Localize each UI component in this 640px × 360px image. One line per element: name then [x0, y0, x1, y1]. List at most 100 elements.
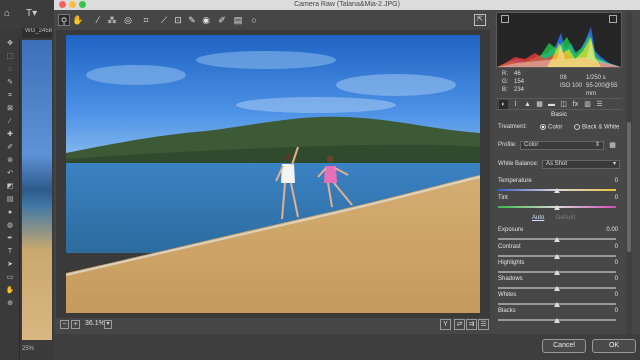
- quick-select-tool-icon[interactable]: ✎: [4, 78, 16, 88]
- before-after-toggle[interactable]: Y: [440, 319, 451, 330]
- gradient-tool-icon[interactable]: ▤: [4, 195, 16, 205]
- fullscreen-toggle-icon[interactable]: ⇱: [474, 14, 486, 26]
- detail-tab-icon[interactable]: ▲: [523, 100, 532, 109]
- slider-thumb-contrast[interactable]: [554, 254, 560, 259]
- transform-icon[interactable]: ⊡: [172, 14, 184, 26]
- slider-value-contrast[interactable]: 0: [598, 244, 618, 252]
- dialog-title: Camera Raw (Talana&Mia-2.JPG): [294, 1, 400, 8]
- preview-settings-icon[interactable]: ☰: [478, 319, 489, 330]
- type-tool-icon[interactable]: T▾: [26, 8, 46, 20]
- slider-value-highlights[interactable]: 0: [598, 260, 618, 268]
- hand-tool-icon[interactable]: ✋: [4, 286, 16, 296]
- zoom-in-icon[interactable]: +: [71, 320, 80, 329]
- swap-view-icon[interactable]: ⇄: [454, 319, 465, 330]
- slider-value-shadows[interactable]: 0: [598, 276, 618, 284]
- document-tab[interactable]: WG_2458.jP: [22, 28, 52, 38]
- auto-link[interactable]: Auto: [532, 215, 544, 221]
- profile-select[interactable]: Color ⇕: [520, 141, 604, 150]
- dialog-footer: Cancel OK: [54, 334, 640, 360]
- slider-value-exposure[interactable]: 0.00: [598, 227, 618, 235]
- tool-strip: ⚲ ✋ ⁄ ⁂ ◎ ⌗ ⟋ ⊡ ✎ ◉ ✐ ▤ ○: [54, 12, 494, 28]
- slider-value-whites[interactable]: 0: [598, 292, 618, 300]
- path-select-icon[interactable]: ➤: [4, 260, 16, 270]
- home-icon[interactable]: ⌂: [4, 8, 18, 20]
- crop-icon[interactable]: ⌗: [140, 14, 152, 26]
- presets-tab-icon[interactable]: ☰: [595, 100, 604, 109]
- treatment-color-radio[interactable]: Color: [540, 124, 562, 131]
- hand-icon[interactable]: ✋: [72, 14, 84, 26]
- slider-thumb-whites[interactable]: [554, 302, 560, 307]
- slider-label-tint: Tint: [498, 195, 508, 201]
- hsl-tab-icon[interactable]: ▦: [535, 100, 544, 109]
- frame-tool-icon[interactable]: ⊠: [4, 104, 16, 114]
- basic-tab-icon[interactable]: ◐: [499, 100, 508, 109]
- graduated-filter-icon[interactable]: ▤: [232, 14, 244, 26]
- clone-tool-icon[interactable]: ⊛: [4, 156, 16, 166]
- history-brush-icon[interactable]: ↶: [4, 169, 16, 179]
- slider-value-temperature[interactable]: 0: [598, 178, 618, 186]
- shadow-clipping-warning-icon[interactable]: [501, 15, 509, 23]
- lens: 55-200@55 mm: [586, 83, 618, 97]
- cancel-button[interactable]: Cancel: [542, 339, 586, 353]
- slider-thumb-shadows[interactable]: [554, 286, 560, 291]
- slider-thumb-temperature[interactable]: [554, 188, 560, 193]
- slider-label-blacks: Blacks: [498, 308, 516, 314]
- panel-scrollbar[interactable]: [626, 12, 632, 334]
- brush-tool-icon[interactable]: ✐: [4, 143, 16, 153]
- slider-label-contrast: Contrast: [498, 244, 521, 250]
- iso: ISO 100: [560, 83, 583, 89]
- highlight-clipping-warning-icon[interactable]: [609, 15, 617, 23]
- lens-corrections-tab-icon[interactable]: ◫: [559, 100, 568, 109]
- slider-value-tint[interactable]: 0: [598, 195, 618, 203]
- slider-label-temperature: Temperature: [498, 178, 532, 184]
- white-balance-select[interactable]: As Shot ▾: [542, 160, 620, 169]
- ok-button[interactable]: OK: [592, 339, 636, 353]
- zoom-icon[interactable]: ⚲: [58, 14, 70, 26]
- tone-curve-tab-icon[interactable]: ⌇: [511, 100, 520, 109]
- slider-thumb-blacks[interactable]: [554, 318, 560, 323]
- slider-thumb-highlights[interactable]: [554, 270, 560, 275]
- adjustment-brush-icon[interactable]: ✐: [216, 14, 228, 26]
- calibration-tab-icon[interactable]: ▥: [583, 100, 592, 109]
- red-eye-icon[interactable]: ◉: [200, 14, 212, 26]
- zoom-out-icon[interactable]: −: [60, 320, 69, 329]
- eyedropper-tool-icon[interactable]: ⁄: [4, 117, 16, 127]
- treatment-bw-radio[interactable]: Black & White: [574, 124, 619, 131]
- blur-tool-icon[interactable]: ●: [4, 208, 16, 218]
- color-sampler-icon[interactable]: ⁂: [106, 14, 118, 26]
- spot-removal-icon[interactable]: ✎: [186, 14, 198, 26]
- pen-tool-icon[interactable]: ✒: [4, 234, 16, 244]
- adjustments-panel: R: 46 G: 154 B: 234 f/8 1/250 s ISO 100 …: [494, 12, 640, 334]
- straighten-icon[interactable]: ⟋: [158, 14, 170, 26]
- marquee-tool-icon[interactable]: ⬚: [4, 52, 16, 62]
- target-adjust-icon[interactable]: ◎: [122, 14, 134, 26]
- type-tool-icon[interactable]: T: [4, 247, 16, 257]
- section-title: Basic: [551, 111, 567, 118]
- split-toning-tab-icon[interactable]: ▬: [547, 100, 556, 109]
- dodge-tool-icon[interactable]: ◍: [4, 221, 16, 231]
- move-tool-icon[interactable]: ✥: [4, 39, 16, 49]
- scroll-thumb[interactable]: [627, 122, 631, 252]
- default-link[interactable]: Default: [556, 215, 575, 221]
- shape-tool-icon[interactable]: ▭: [4, 273, 16, 283]
- panel-tabs: ◐ ⌇ ▲ ▦ ▬ ◫ fx ▥ ☰: [496, 98, 622, 110]
- radial-filter-icon[interactable]: ○: [248, 14, 260, 26]
- slider-label-highlights: Highlights: [498, 260, 525, 266]
- effects-tab-icon[interactable]: fx: [571, 100, 580, 109]
- healing-tool-icon[interactable]: ✚: [4, 130, 16, 140]
- profile-browser-icon[interactable]: ▦: [608, 141, 617, 150]
- slider-value-blacks[interactable]: 0: [598, 308, 618, 316]
- copy-settings-icon[interactable]: ⇉: [466, 319, 477, 330]
- zoom-dropdown-icon[interactable]: ▾: [104, 320, 112, 329]
- document-zoom-readout: 25%: [22, 346, 35, 352]
- slider-label-exposure: Exposure: [498, 227, 524, 233]
- eraser-tool-icon[interactable]: ◩: [4, 182, 16, 192]
- zoom-tool-icon[interactable]: ⊕: [4, 299, 16, 309]
- preview-status-bar: − + 36.1% ▾ Y ⇄ ⇉ ☰: [54, 318, 494, 332]
- crop-tool-icon[interactable]: ⌗: [4, 91, 16, 101]
- slider-thumb-tint[interactable]: [554, 205, 560, 210]
- lasso-tool-icon[interactable]: ◌: [4, 65, 16, 75]
- slider-thumb-exposure[interactable]: [554, 237, 560, 242]
- white-balance-icon[interactable]: ⁄: [92, 14, 104, 26]
- photo-preview[interactable]: [66, 35, 480, 313]
